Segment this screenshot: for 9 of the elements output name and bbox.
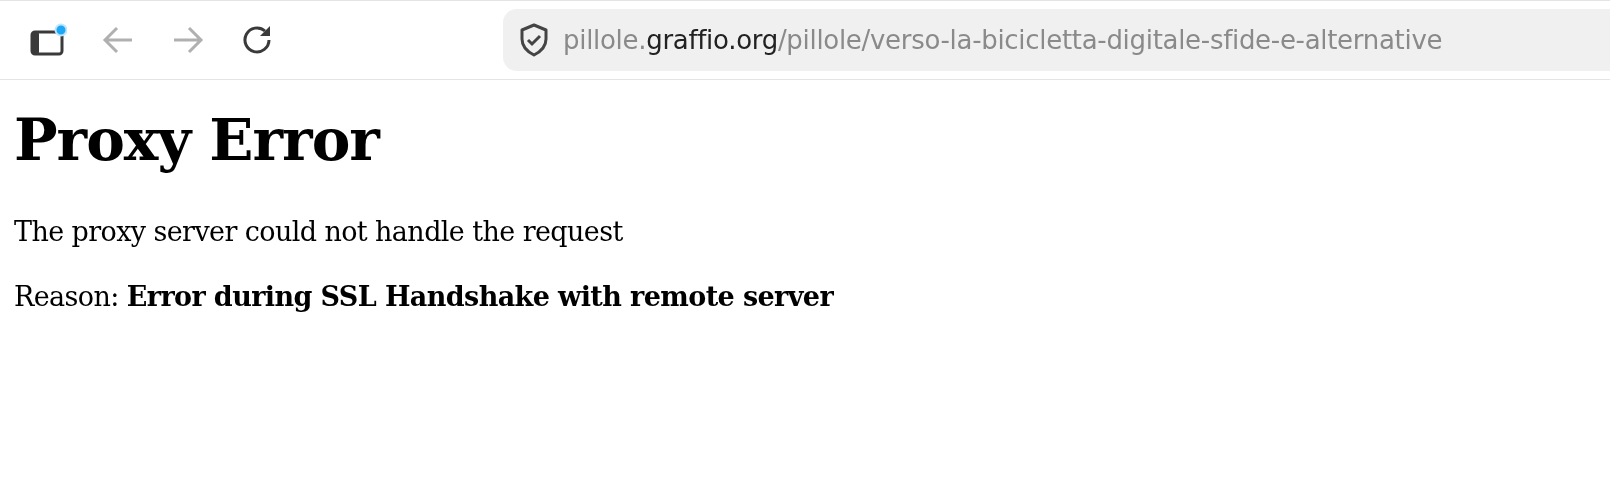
error-message: The proxy server could not handle the request — [14, 216, 623, 247]
address-bar[interactable]: pillole.graffio.org/pillole/verso-la-bicicletta-digitale-sfide-e-alternative — [503, 9, 1610, 71]
url-text: pillole.graffio.org/pillole/verso-la-bicicletta-digitale-sfide-e-alternative — [563, 25, 1443, 55]
shield-check-icon — [519, 23, 549, 57]
error-reason: Reason: Error during SSL Handshake with remote server — [14, 281, 833, 312]
back-arrow-icon — [102, 26, 134, 54]
sidebar-icon — [29, 23, 67, 57]
error-title: Proxy Error — [14, 106, 379, 174]
forward-arrow-icon — [172, 26, 204, 54]
